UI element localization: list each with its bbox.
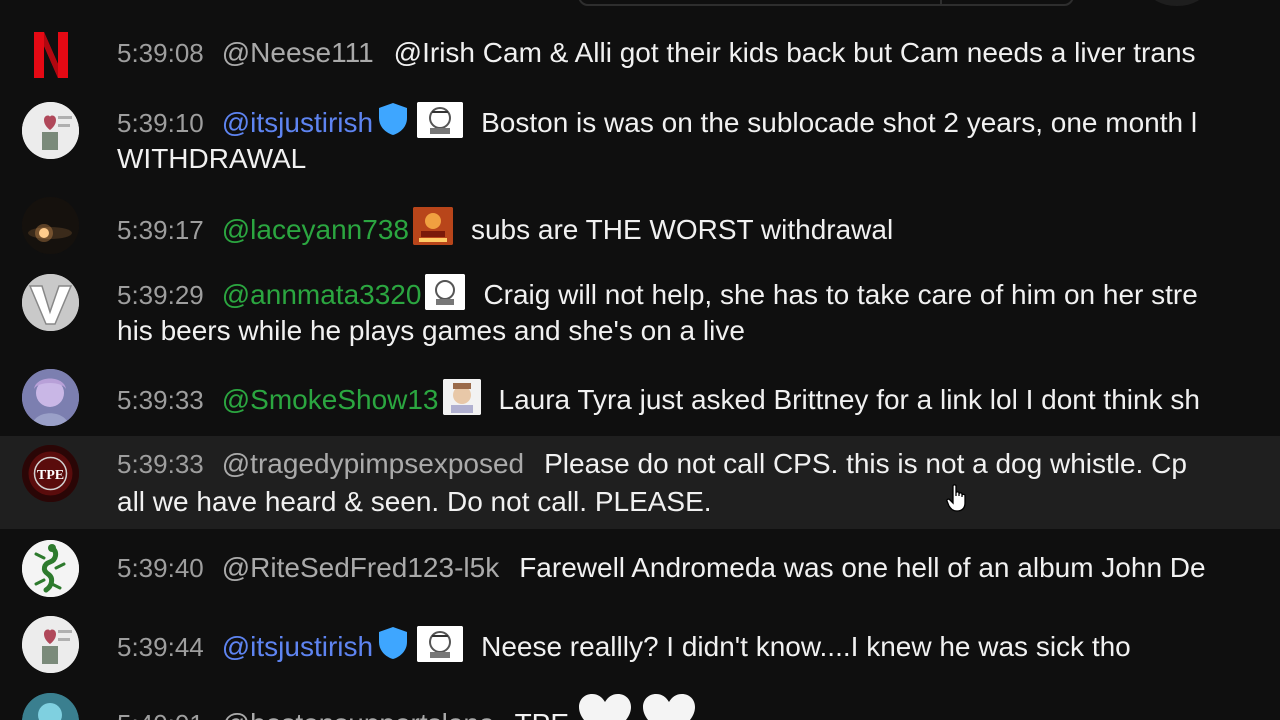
message-text: TPE xyxy=(515,708,569,720)
chat-message[interactable]: 5:39:08 @Neese111 @Irish Cam & Alli got th… xyxy=(0,26,1280,83)
search-bar-edge xyxy=(578,0,1074,6)
author-name[interactable]: @annmata3320 xyxy=(222,279,422,310)
avatar-tpe-text: TPE xyxy=(37,468,64,483)
message-text: @Irish Cam & Alli got their kids back bu… xyxy=(393,37,1196,68)
hand-cursor-icon xyxy=(946,484,968,517)
timestamp: 5:39:17 xyxy=(117,215,204,245)
live-chat-list[interactable]: 5:39:08 @Neese111 @Irish Cam & Alli got th… xyxy=(0,0,1280,720)
author-name[interactable]: @laceyann738 xyxy=(222,214,409,245)
timestamp: 5:39:33 xyxy=(117,449,204,479)
author-name[interactable]: @itsjustirish xyxy=(222,107,373,138)
member-badge-icon xyxy=(417,102,464,138)
message-text-continued: all we have heard & seen. Do not call. P… xyxy=(117,486,712,517)
message-text: Please do not call CPS. this is not a do… xyxy=(544,448,1187,479)
message-text: Boston is was on the sublocade shot 2 ye… xyxy=(481,107,1198,138)
timestamp: 5:39:33 xyxy=(117,385,204,415)
author-name[interactable]: @SmokeShow13 xyxy=(222,384,439,415)
chat-message[interactable]: 5:39:17 @laceyann738 subs are THE WORST wi… xyxy=(0,197,1280,254)
white-heart-icon xyxy=(641,693,697,720)
message-text: subs are THE WORST withdrawal xyxy=(470,214,894,245)
message-text: Laura Tyra just asked Brittney for a lin… xyxy=(498,384,1200,415)
author-avatar[interactable] xyxy=(22,197,79,254)
author-avatar[interactable] xyxy=(22,26,79,83)
white-heart-icon xyxy=(577,693,633,720)
message-text: Neese reallly? I didn't know....I knew h… xyxy=(481,631,1131,662)
author-name[interactable]: @Neese111 xyxy=(222,37,374,68)
chat-message[interactable]: 5:40:01 @bostonsupportslana TPE xyxy=(0,693,1280,720)
chat-message[interactable]: 5:39:10 @itsjustirish Boston is was on the… xyxy=(0,102,1280,180)
member-badge-icon xyxy=(425,274,466,310)
member-badge-icon xyxy=(442,379,481,415)
message-text: Farewell Andromeda was one hell of an al… xyxy=(519,552,1206,583)
member-badge-icon xyxy=(412,207,453,245)
shield-icon xyxy=(377,626,409,670)
timestamp: 5:39:40 xyxy=(117,553,204,583)
member-badge-icon xyxy=(417,626,464,662)
author-name[interactable]: @RiteSedFred123-l5k xyxy=(222,552,499,583)
chat-message-hovered[interactable]: TPE 5:39:33 @tragedypimpsexposed Please do… xyxy=(0,436,1280,529)
timestamp: 5:39:08 xyxy=(117,38,204,68)
author-name[interactable]: @itsjustirish xyxy=(222,631,373,662)
timestamp: 5:40:01 xyxy=(117,709,204,720)
author-avatar[interactable] xyxy=(22,693,79,720)
chat-message[interactable]: 5:39:40 @RiteSedFred123-l5k Farewell Andro… xyxy=(0,540,1280,597)
author-avatar[interactable] xyxy=(22,102,79,159)
message-text-continued: his beers while he plays games and she's… xyxy=(117,315,745,346)
author-name[interactable]: @tragedypimpsexposed xyxy=(222,448,524,479)
timestamp: 5:39:44 xyxy=(117,632,204,662)
author-avatar[interactable] xyxy=(22,274,79,331)
author-avatar[interactable]: TPE xyxy=(22,445,79,502)
author-avatar[interactable] xyxy=(22,540,79,597)
timestamp: 5:39:29 xyxy=(117,280,204,310)
message-text-continued: WITHDRAWAL xyxy=(117,143,307,174)
author-avatar[interactable] xyxy=(22,369,79,426)
message-text: Craig will not help, she has to take car… xyxy=(483,279,1198,310)
chat-message[interactable]: 5:39:44 @itsjustirish Neese reallly? I did… xyxy=(0,616,1280,673)
chat-message[interactable]: 5:39:29 @annmata3320 Craig will not help, … xyxy=(0,274,1280,352)
shield-icon xyxy=(377,102,409,146)
profile-button-edge xyxy=(1148,0,1206,6)
author-name[interactable]: @bostonsupportslana xyxy=(222,708,495,720)
timestamp: 5:39:10 xyxy=(117,108,204,138)
author-avatar[interactable] xyxy=(22,616,79,673)
chat-message[interactable]: 5:39:33 @SmokeShow13 Laura Tyra just asked… xyxy=(0,369,1280,426)
